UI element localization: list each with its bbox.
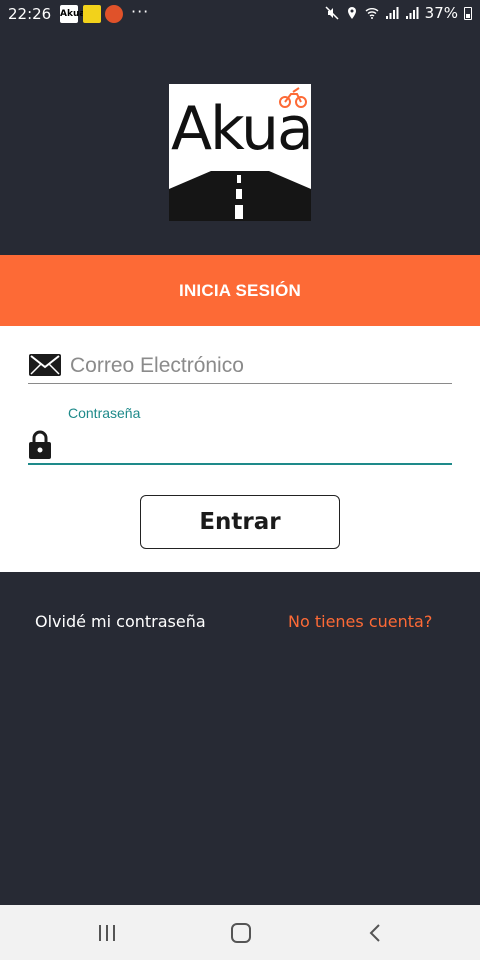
road-graphic bbox=[169, 171, 311, 221]
password-field[interactable] bbox=[28, 426, 452, 465]
battery-percent: 37% bbox=[424, 4, 458, 22]
motorcycle-icon bbox=[279, 87, 307, 108]
status-icons: 37% bbox=[325, 4, 472, 22]
forgot-password-link[interactable]: Olvidé mi contraseña bbox=[35, 612, 206, 631]
status-bar: 22:26 Akua ··· 37% bbox=[0, 0, 480, 28]
signal-icon bbox=[405, 7, 419, 19]
akua-notification-icon: Akua bbox=[60, 5, 85, 23]
mute-icon bbox=[325, 6, 339, 20]
more-notifications-icon: ··· bbox=[131, 2, 150, 21]
back-icon[interactable] bbox=[364, 921, 388, 945]
password-label: Contraseña bbox=[68, 405, 141, 421]
app-logo: Akua bbox=[169, 84, 311, 221]
wifi-icon bbox=[365, 8, 379, 19]
login-banner: INICIA SESIÓN bbox=[0, 255, 480, 326]
system-nav-bar bbox=[0, 905, 480, 960]
email-field[interactable]: Correo Electrónico bbox=[28, 348, 452, 384]
battery-icon bbox=[464, 6, 472, 20]
login-button[interactable]: Entrar bbox=[140, 495, 340, 549]
envelope-icon bbox=[29, 354, 61, 376]
home-icon[interactable] bbox=[229, 921, 253, 945]
signup-link[interactable]: No tienes cuenta? bbox=[288, 612, 432, 631]
notification-icon bbox=[105, 5, 123, 23]
lock-icon bbox=[29, 430, 51, 459]
recents-icon[interactable] bbox=[95, 921, 119, 945]
location-icon bbox=[347, 7, 356, 19]
email-placeholder: Correo Electrónico bbox=[70, 354, 244, 377]
signal-icon bbox=[385, 7, 399, 19]
notification-icon bbox=[83, 5, 101, 23]
page-title: INICIA SESIÓN bbox=[179, 280, 301, 300]
status-time: 22:26 bbox=[8, 5, 52, 23]
login-form: Correo Electrónico Contraseña Entrar bbox=[0, 326, 480, 572]
